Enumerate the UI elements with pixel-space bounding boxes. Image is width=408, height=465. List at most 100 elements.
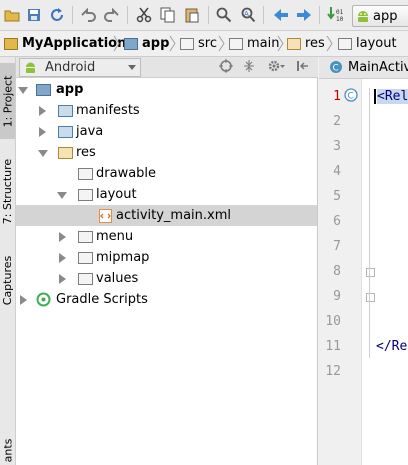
project-tool-tab[interactable]: 1: Project [0, 63, 15, 139]
undo-icon[interactable] [78, 5, 97, 24]
breadcrumb-item-layout[interactable]: layout [338, 35, 397, 52]
collapsed-arrow-icon[interactable] [39, 106, 46, 116]
text-cursor [374, 89, 376, 104]
project-view-dropdown[interactable]: Android [19, 58, 141, 77]
breadcrumb-item-src[interactable]: src [180, 35, 217, 52]
fold-bracket [369, 88, 370, 358]
svg-text:C: C [333, 64, 339, 74]
line-number: 8 [333, 264, 341, 279]
gradle-icon [36, 292, 51, 307]
line-number: 5 [333, 189, 341, 204]
expand-arrow-icon[interactable] [38, 150, 48, 157]
folder-icon [338, 37, 352, 50]
save-icon[interactable] [24, 5, 43, 24]
tool-window-strip: 1: Project 7: Structure Captures ants [0, 57, 16, 465]
collapsed-arrow-icon[interactable] [59, 232, 66, 242]
folder-icon [78, 189, 93, 201]
line-number: 7 [333, 239, 341, 254]
folder-icon [78, 231, 93, 243]
folder-icon [180, 37, 194, 50]
line-number: 10 [325, 314, 341, 329]
breadcrumb-item-app[interactable]: app [124, 35, 169, 52]
line-number: 1 [333, 89, 341, 104]
tree-item-activity-main-xml[interactable]: activity_main.xml [16, 205, 317, 226]
expand-arrow-icon[interactable] [18, 87, 28, 94]
class-gutter-icon[interactable]: C [344, 88, 358, 102]
folder-icon [78, 273, 93, 285]
tree-item-menu[interactable]: menu [16, 226, 317, 247]
collapsed-arrow-icon[interactable] [59, 253, 66, 263]
breadcrumb-item-res[interactable]: res [287, 35, 325, 52]
open-folder-icon[interactable] [2, 5, 21, 24]
tree-item-values[interactable]: values [16, 268, 317, 289]
fold-marker-icon[interactable] [366, 293, 375, 302]
svg-text:A: A [244, 10, 249, 18]
breadcrumb: MyApplication app src main res layout [0, 31, 408, 57]
folder-icon [4, 37, 18, 50]
line-number: 4 [333, 164, 341, 179]
run-config-label: app [373, 8, 398, 24]
build-variants-tool-tab[interactable]: ants [0, 435, 15, 465]
tree-item-manifests[interactable]: manifests [16, 100, 317, 121]
forward-icon[interactable] [294, 5, 313, 24]
hide-panel-icon[interactable] [296, 59, 310, 76]
tree-item-app[interactable]: app [16, 79, 317, 100]
back-icon[interactable] [271, 5, 290, 24]
line-number: 12 [325, 364, 341, 379]
collapsed-arrow-icon[interactable] [20, 295, 27, 305]
module-folder-icon [36, 84, 51, 96]
editor-tab-mainactivity[interactable]: C MainActivity [319, 57, 408, 79]
tree-item-java[interactable]: java [16, 121, 317, 142]
copy-icon[interactable] [158, 5, 177, 24]
structure-tool-tab[interactable]: 7: Structure [0, 147, 15, 235]
collapse-all-icon[interactable] [242, 59, 256, 76]
line-number: 9 [333, 289, 341, 304]
xml-file-icon [99, 209, 112, 223]
source-folder-icon [58, 126, 73, 138]
main-toolbar: A 01 10 app [0, 0, 408, 31]
find-icon[interactable] [214, 5, 233, 24]
breadcrumb-item-main[interactable]: main [229, 35, 279, 52]
run-configuration-dropdown[interactable]: app [352, 5, 408, 27]
tree-item-res[interactable]: res [16, 142, 317, 163]
android-icon [24, 61, 37, 74]
line-number: 2 [333, 114, 341, 129]
expand-arrow-icon[interactable] [57, 192, 67, 199]
line-number: 6 [333, 214, 341, 229]
line-number: 3 [333, 139, 341, 154]
fold-marker-icon[interactable] [366, 268, 375, 277]
paste-icon[interactable] [182, 5, 201, 24]
tree-item-gradle-scripts[interactable]: Gradle Scripts [16, 289, 317, 310]
folder-icon [229, 37, 243, 50]
svg-text:01: 01 [336, 9, 344, 16]
redo-icon[interactable] [102, 5, 121, 24]
make-project-icon[interactable]: 01 10 [326, 5, 345, 24]
tree-item-mipmap[interactable]: mipmap [16, 247, 317, 268]
code-line-1[interactable]: <Rel [374, 89, 408, 104]
project-panel-header: Android [16, 57, 318, 78]
sync-icon[interactable] [47, 5, 66, 24]
svg-text:10: 10 [336, 16, 344, 23]
tree-item-drawable[interactable]: drawable [16, 163, 317, 184]
project-tree: app manifests java res drawable layout a… [16, 78, 318, 465]
line-number: 11 [325, 339, 341, 354]
folder-icon [78, 168, 93, 180]
collapsed-arrow-icon[interactable] [39, 127, 46, 137]
android-icon [356, 9, 370, 23]
replace-icon[interactable]: A [238, 5, 257, 24]
captures-tool-tab[interactable]: Captures [0, 245, 15, 315]
folder-icon [78, 252, 93, 264]
gear-icon[interactable] [268, 59, 286, 76]
locate-icon[interactable] [219, 59, 233, 76]
class-icon: C [329, 60, 343, 74]
collapsed-arrow-icon[interactable] [59, 274, 66, 284]
svg-text:C: C [348, 92, 354, 102]
resource-folder-icon [58, 147, 73, 159]
folder-icon [58, 105, 73, 117]
code-line-11[interactable]: </Re [376, 339, 407, 354]
module-folder-icon [124, 37, 138, 50]
tree-item-layout[interactable]: layout [16, 184, 317, 205]
breadcrumb-item-myapplication[interactable]: MyApplication [4, 35, 126, 52]
cut-icon[interactable] [134, 5, 153, 24]
resource-folder-icon [287, 37, 301, 50]
